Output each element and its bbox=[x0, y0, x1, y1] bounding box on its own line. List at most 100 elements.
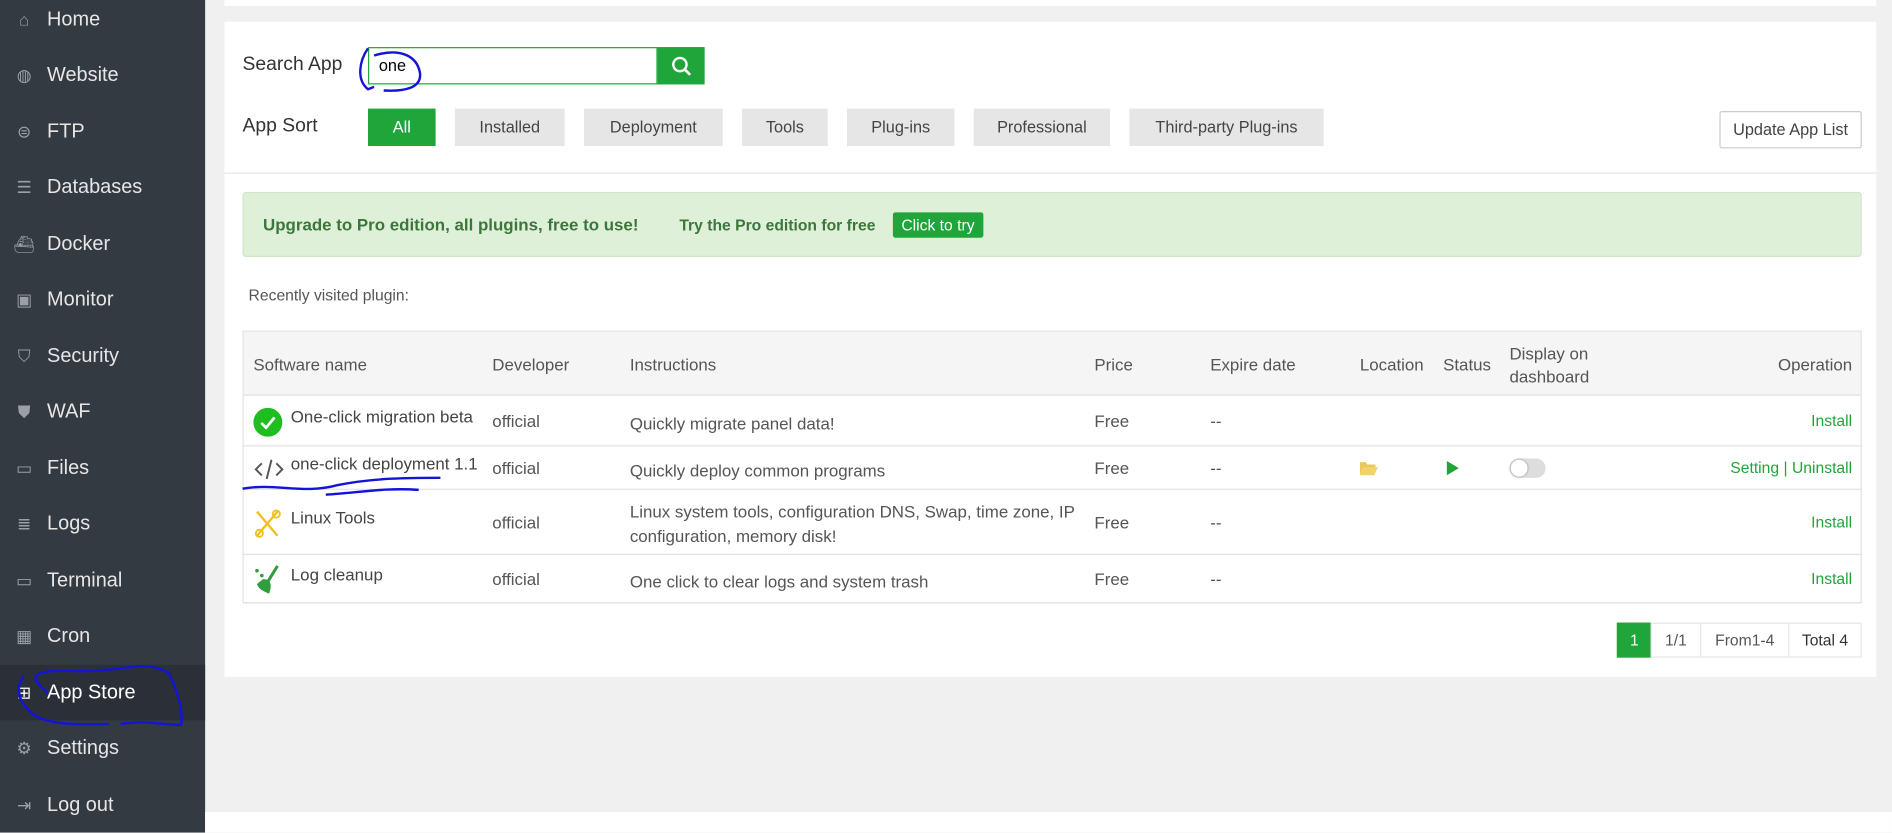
app-instructions: Quickly deploy common programs bbox=[629, 460, 886, 481]
sort-deployment[interactable]: Deployment bbox=[583, 108, 723, 146]
install-link[interactable]: Install bbox=[1811, 570, 1852, 588]
sidebar-item-label: Cron bbox=[47, 625, 91, 647]
app-expire: -- bbox=[1210, 512, 1222, 533]
recently-visited-label: Recently visited plugin: bbox=[248, 285, 409, 305]
app-instructions: One click to clear logs and system trash bbox=[629, 571, 929, 592]
search-icon bbox=[671, 56, 691, 76]
sort-third-party-plug-ins[interactable]: Third-party Plug-ins bbox=[1129, 108, 1324, 146]
app-price: Free bbox=[1094, 569, 1130, 589]
sort-installed[interactable]: Installed bbox=[454, 108, 565, 146]
footer-strip bbox=[205, 812, 1892, 833]
logs-icon: ≣ bbox=[17, 514, 32, 534]
app-name[interactable]: Log cleanup bbox=[291, 565, 383, 584]
header-display: Display on dashboard bbox=[1509, 343, 1590, 387]
sidebar-item-docker[interactable]: ⛴ Docker bbox=[0, 216, 205, 272]
app-instructions: Quickly migrate panel data! bbox=[629, 413, 835, 434]
update-app-list-button[interactable]: Update App List bbox=[1719, 111, 1862, 149]
sidebar-item-label: FTP bbox=[47, 120, 85, 142]
sidebar-item-label: Security bbox=[47, 344, 119, 367]
header-expire: Expire date bbox=[1210, 354, 1296, 375]
sidebar-item-label: Website bbox=[47, 63, 119, 86]
tools-icon bbox=[254, 509, 281, 538]
docker-icon: ⛴ bbox=[13, 233, 35, 253]
sidebar-item-label: App Store bbox=[47, 681, 136, 703]
search-input[interactable] bbox=[368, 47, 658, 85]
folder-icon: ▭ bbox=[16, 457, 33, 478]
sidebar-item-app-store[interactable]: ⊞ App Store bbox=[0, 664, 206, 721]
terminal-icon: ▭ bbox=[16, 570, 33, 590]
folder-open-icon[interactable] bbox=[1359, 460, 1378, 476]
monitor-icon: ▣ bbox=[16, 289, 33, 309]
globe-icon: ◍ bbox=[16, 65, 32, 85]
header-operation: Operation bbox=[1777, 354, 1853, 375]
app-developer: official bbox=[492, 512, 540, 533]
sort-tools[interactable]: Tools bbox=[742, 108, 828, 146]
dashboard-toggle[interactable] bbox=[1509, 458, 1546, 478]
header-status: Status bbox=[1443, 354, 1491, 375]
header-developer: Developer bbox=[492, 354, 570, 375]
app-price: Free bbox=[1094, 411, 1130, 431]
page-1-button[interactable]: 1 bbox=[1616, 622, 1652, 658]
header-location: Location bbox=[1359, 354, 1424, 375]
sidebar-item-label: Monitor bbox=[47, 288, 114, 311]
sidebar-item-settings[interactable]: ⚙ Settings bbox=[0, 721, 205, 777]
logout-icon: ⇥ bbox=[17, 794, 32, 814]
check-circle-icon bbox=[253, 407, 283, 437]
play-icon[interactable] bbox=[1446, 460, 1459, 476]
sidebar-item-log-out[interactable]: ⇥ Log out bbox=[0, 777, 205, 833]
sidebar-item-label: Docker bbox=[47, 232, 111, 254]
app-name[interactable]: one-click deployment 1.1 bbox=[291, 454, 478, 473]
install-link[interactable]: Install bbox=[1811, 411, 1852, 429]
sort-professional[interactable]: Professional bbox=[973, 108, 1111, 146]
sidebar-item-website[interactable]: ◍ Website bbox=[0, 48, 205, 104]
sort-label: App Sort bbox=[242, 115, 318, 137]
operation-separator: | bbox=[1783, 458, 1788, 477]
page-total: Total 4 bbox=[1788, 622, 1862, 658]
header-price: Price bbox=[1094, 354, 1133, 375]
sidebar-item-label: Settings bbox=[47, 737, 120, 759]
sidebar-item-logs[interactable]: ≣ Logs bbox=[0, 497, 205, 553]
waf-shield-icon: ⛊ bbox=[17, 401, 31, 422]
sidebar-item-waf[interactable]: ⛊ WAF bbox=[0, 384, 205, 440]
sidebar-item-label: Files bbox=[47, 456, 90, 479]
app-name[interactable]: One-click migration beta bbox=[291, 407, 473, 426]
app-expire: -- bbox=[1210, 569, 1222, 589]
sidebar-item-databases[interactable]: ☰ Databases bbox=[0, 160, 205, 216]
setting-link[interactable]: Setting bbox=[1730, 459, 1779, 477]
uninstall-link[interactable]: Uninstall bbox=[1792, 459, 1852, 477]
app-icon bbox=[253, 508, 284, 539]
sidebar-item-home[interactable]: ⌂ Home bbox=[0, 0, 205, 47]
sort-all[interactable]: All bbox=[368, 108, 436, 146]
page-range: From1-4 bbox=[1700, 622, 1790, 658]
sidebar-item-cron[interactable]: ▦ Cron bbox=[0, 609, 205, 665]
sidebar-item-label: Databases bbox=[47, 176, 143, 198]
broom-icon bbox=[255, 565, 279, 594]
click-to-try-button[interactable]: Click to try bbox=[892, 212, 983, 238]
search-button[interactable] bbox=[657, 47, 705, 85]
pro-banner: Upgrade to Pro edition, all plugins, fre… bbox=[242, 191, 1862, 258]
install-link[interactable]: Install bbox=[1811, 513, 1852, 531]
sidebar-item-label: Home bbox=[47, 7, 101, 30]
top-card bbox=[224, 0, 1877, 7]
toggle-knob bbox=[1510, 459, 1528, 477]
app-icon bbox=[253, 454, 284, 485]
sidebar-item-monitor[interactable]: ▣ Monitor bbox=[0, 272, 205, 328]
sidebar-item-label: Log out bbox=[47, 793, 114, 816]
sidebar-item-ftp[interactable]: ⊜ FTP bbox=[0, 104, 205, 160]
sidebar-item-terminal[interactable]: ▭ Terminal bbox=[0, 553, 205, 609]
app-expire: -- bbox=[1210, 458, 1222, 478]
header-instructions: Instructions bbox=[629, 354, 717, 375]
app-name[interactable]: Linux Tools bbox=[291, 508, 375, 527]
app-price: Free bbox=[1094, 458, 1130, 478]
table-header bbox=[243, 331, 1861, 396]
sort-plug-ins[interactable]: Plug-ins bbox=[847, 108, 955, 146]
sidebar-item-label: Terminal bbox=[47, 568, 123, 591]
code-icon bbox=[254, 459, 284, 480]
sidebar-item-files[interactable]: ▭ Files bbox=[0, 440, 205, 496]
sidebar-item-security[interactable]: ⛉ Security bbox=[0, 328, 205, 384]
sidebar-item-label: Logs bbox=[47, 512, 91, 535]
home-icon: ⌂ bbox=[19, 9, 30, 29]
sidebar: ⌂ Home ◍ Website ⊜ FTP ☰ Databases ⛴ Docker ▣ Monit… bbox=[0, 0, 206, 833]
header-name: Software name bbox=[253, 354, 368, 375]
app-price: Free bbox=[1094, 512, 1130, 533]
